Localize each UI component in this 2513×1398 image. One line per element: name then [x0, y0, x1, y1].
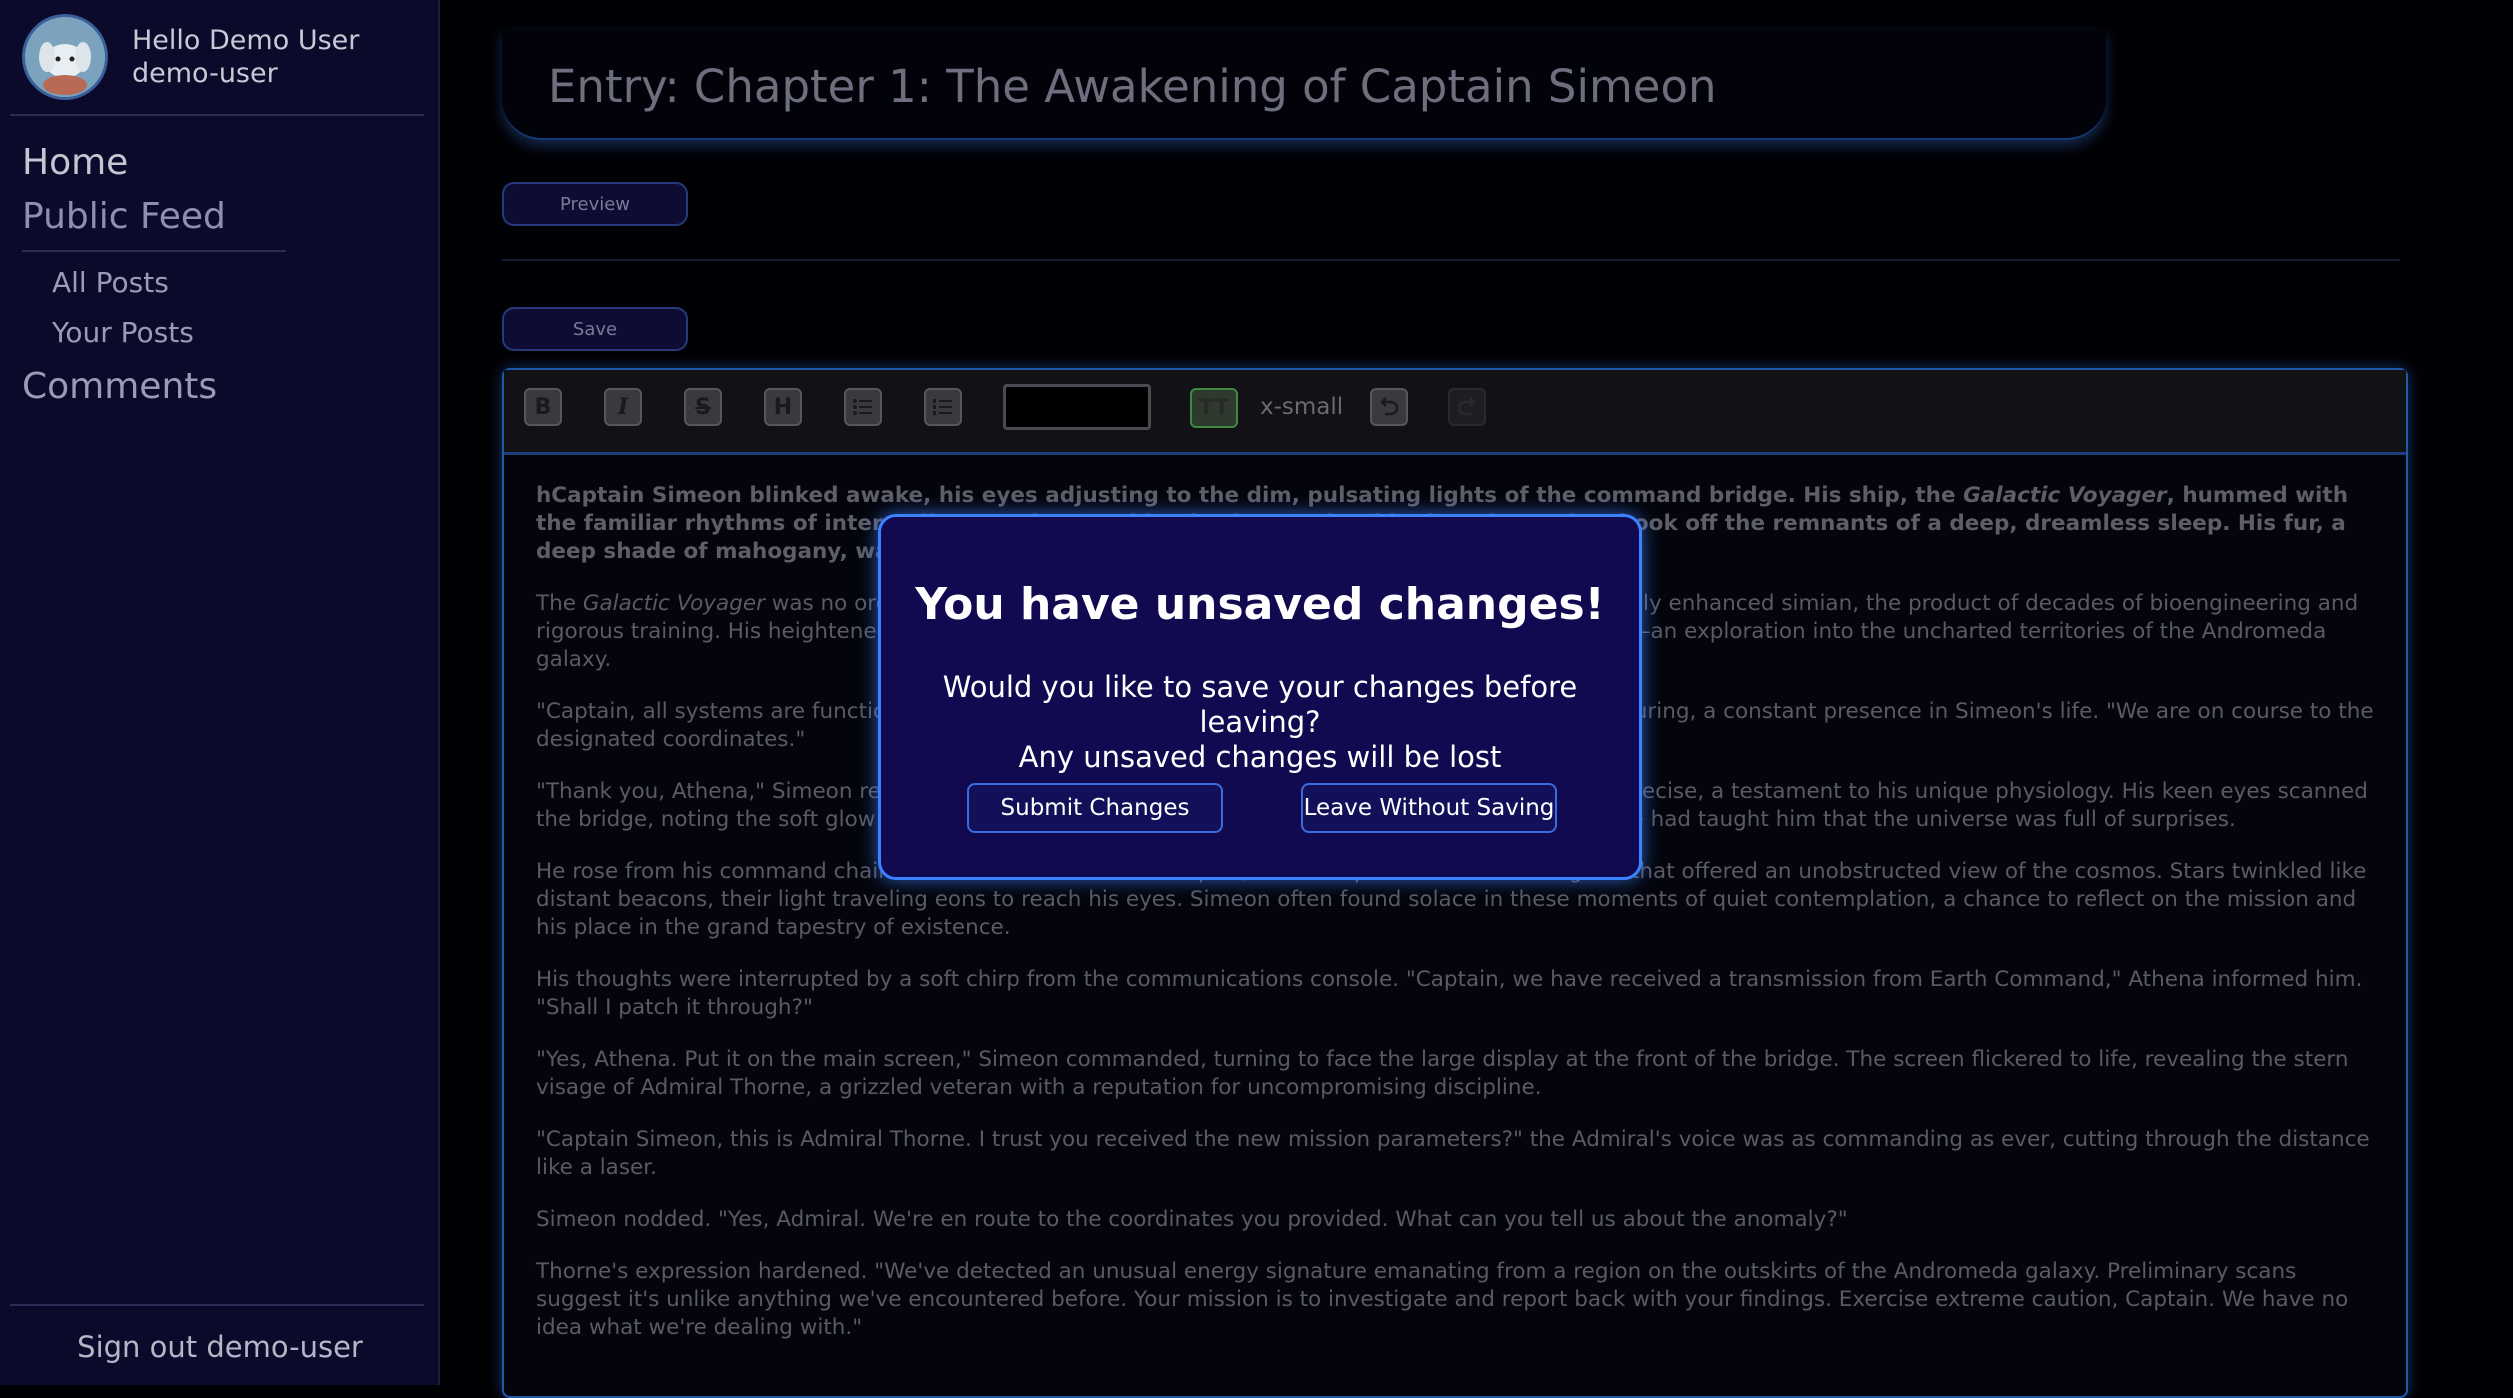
sidebar-item-home[interactable]: Home — [22, 142, 128, 183]
sidebar-divider — [10, 114, 424, 116]
sidebar-divider-bottom — [10, 1304, 424, 1306]
paragraph: "Yes, Athena. Put it on the main screen,… — [536, 1047, 2349, 1100]
sidebar-item-all-posts[interactable]: All Posts — [52, 266, 169, 299]
redo-icon — [1457, 397, 1476, 416]
paragraph: Simeon nodded. "Yes, Admiral. We're en r… — [536, 1207, 1848, 1232]
submit-changes-button[interactable]: Submit Changes — [967, 783, 1223, 833]
paragraph: His thoughts were interrupted by a soft … — [536, 967, 2363, 1020]
redo-button[interactable] — [1448, 388, 1486, 426]
avatar-icon — [25, 17, 105, 97]
modal-line-1: Would you like to save your changes befo… — [942, 670, 1578, 739]
sidebar-item-comments[interactable]: Comments — [22, 366, 217, 407]
sidebar-item-public-feed[interactable]: Public Feed — [22, 196, 226, 237]
user-info: Hello Demo User demo-user — [22, 12, 359, 102]
modal-body: Would you like to save your changes befo… — [881, 670, 1639, 775]
text-size-button[interactable]: TT — [1190, 388, 1238, 428]
main-divider — [502, 259, 2400, 261]
bullet-list-button[interactable] — [844, 388, 882, 426]
signout-link[interactable]: Sign out demo-user — [0, 1330, 440, 1364]
page-header: Entry: Chapter 1: The Awakening of Capta… — [502, 30, 2106, 140]
save-button[interactable]: Save — [502, 307, 688, 351]
leave-without-saving-button[interactable]: Leave Without Saving — [1301, 783, 1557, 833]
italic-button[interactable]: I — [604, 388, 642, 426]
username: demo-user — [132, 58, 278, 89]
strikethrough-button[interactable]: S — [684, 388, 722, 426]
modal-line-2: Any unsaved changes will be lost — [1018, 740, 1502, 774]
text-size-label: x-small — [1260, 394, 1344, 420]
modal-title: You have unsaved changes! — [915, 579, 1605, 630]
undo-button[interactable] — [1370, 388, 1408, 426]
sidebar: Hello Demo User demo-user Home Public Fe… — [0, 0, 440, 1385]
bullet-list-icon — [853, 399, 872, 415]
undo-icon — [1380, 397, 1399, 416]
greeting: Hello Demo User — [132, 25, 360, 56]
text-color-picker[interactable] — [1003, 384, 1151, 430]
preview-button[interactable]: Preview — [502, 182, 688, 226]
numbered-list-icon — [933, 399, 952, 415]
sidebar-item-your-posts[interactable]: Your Posts — [52, 316, 194, 349]
editor-toolbar: B I S H TT x-small — [504, 370, 2406, 455]
text-size-icon: TT — [1198, 395, 1230, 421]
page-title: Entry: Chapter 1: The Awakening of Capta… — [548, 60, 1717, 113]
sidebar-subdivider — [22, 250, 286, 252]
unsaved-changes-modal: You have unsaved changes! Would you like… — [878, 514, 1642, 880]
avatar — [22, 14, 108, 100]
heading-button[interactable]: H — [764, 388, 802, 426]
paragraph: "Captain Simeon, this is Admiral Thorne.… — [536, 1127, 2370, 1180]
paragraph: Thorne's expression hardened. "We've det… — [536, 1259, 2349, 1340]
numbered-list-button[interactable] — [924, 388, 962, 426]
bold-button[interactable]: B — [524, 388, 562, 426]
